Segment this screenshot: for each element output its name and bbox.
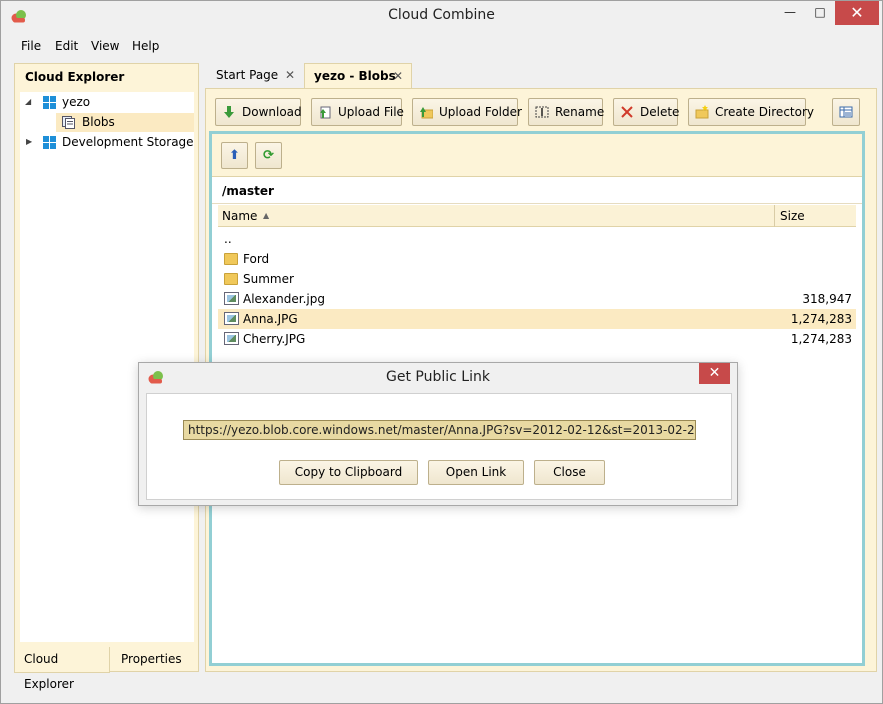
download-button[interactable]: Download	[215, 98, 302, 126]
up-directory-button[interactable]: ⬆	[221, 142, 248, 169]
create-directory-button[interactable]: Create Directory	[688, 98, 814, 126]
tree-item-yezo[interactable]: ◢ yezo	[20, 93, 194, 112]
tab-yezo-blobs[interactable]: yezo - Blobs ✕	[304, 63, 412, 89]
file-name: Summer	[243, 272, 294, 286]
view-toggle-button[interactable]	[832, 98, 860, 126]
dialog-body: https://yezo.blob.core.windows.net/maste…	[146, 393, 732, 500]
button-label: Create Directory	[715, 105, 814, 119]
cloud-explorer-title: Cloud Explorer	[25, 70, 125, 84]
explorer-bottom-tabs: Cloud Explorer Properties	[14, 647, 199, 691]
file-name: Anna.JPG	[243, 312, 298, 326]
open-link-button[interactable]: Open Link	[428, 460, 524, 485]
image-file-icon	[224, 292, 239, 305]
current-path: /master	[212, 178, 862, 204]
column-name-header[interactable]: Name	[222, 205, 257, 227]
copy-to-clipboard-button[interactable]: Copy to Clipboard	[279, 460, 418, 485]
tab-label: Start Page	[216, 68, 279, 82]
public-link-field[interactable]: https://yezo.blob.core.windows.net/maste…	[183, 420, 696, 440]
image-file-icon	[224, 312, 239, 325]
list-item[interactable]: Cherry.JPG 1,274,283	[218, 329, 856, 349]
folder-icon	[224, 253, 238, 265]
file-size: 1,274,283	[790, 332, 852, 346]
list-item[interactable]: Summer	[218, 269, 856, 289]
expand-arrow-icon[interactable]: ▶	[26, 137, 36, 147]
button-label: Download	[242, 105, 302, 119]
tree-item-development-storage[interactable]: ▶ Development Storage	[20, 133, 194, 152]
details-view-icon	[839, 106, 853, 118]
upload-file-icon	[320, 106, 331, 119]
close-button[interactable]: Close	[534, 460, 605, 485]
minimize-button[interactable]: —	[775, 1, 805, 25]
list-item-parent[interactable]: ..	[218, 229, 856, 249]
sort-ascending-icon: ▲	[263, 211, 270, 220]
blob-container-icon	[62, 116, 75, 129]
windows-icon	[43, 136, 56, 149]
tab-label: yezo - Blobs	[314, 69, 396, 83]
column-header: Name ▲ Size	[218, 205, 856, 227]
maximize-button[interactable]: □	[805, 1, 835, 25]
list-item[interactable]: Alexander.jpg 318,947	[218, 289, 856, 309]
close-window-button[interactable]: ✕	[835, 1, 879, 25]
delete-x-icon	[621, 106, 633, 118]
folder-icon	[224, 273, 238, 285]
menu-edit[interactable]: Edit	[55, 39, 78, 53]
tab-cloud-explorer[interactable]: Cloud Explorer	[14, 647, 110, 691]
new-folder-icon	[695, 105, 709, 119]
menu-help[interactable]: Help	[132, 39, 159, 53]
menu-bar: File Edit View Help	[1, 37, 882, 57]
tab-properties[interactable]: Properties	[112, 647, 191, 673]
refresh-button[interactable]: ⟳	[255, 142, 282, 169]
list-item-selected[interactable]: Anna.JPG 1,274,283	[218, 309, 856, 329]
menu-file[interactable]: File	[21, 39, 41, 53]
button-label: Upload File	[338, 105, 404, 119]
document-tabs: Start Page ✕ yezo - Blobs ✕	[207, 63, 877, 89]
download-arrow-icon	[224, 106, 234, 118]
tree-item-blobs[interactable]: Blobs	[56, 113, 194, 132]
collapse-arrow-icon[interactable]: ◢	[25, 97, 35, 107]
close-tab-icon[interactable]: ✕	[285, 63, 295, 87]
column-size-header[interactable]: Size	[780, 205, 805, 227]
button-label: Upload Folder	[439, 105, 522, 119]
button-label: Rename	[555, 105, 605, 119]
image-file-icon	[224, 332, 239, 345]
upload-file-button[interactable]: Upload File	[311, 98, 404, 126]
windows-icon	[43, 96, 56, 109]
navigation-bar: ⬆ ⟳	[212, 134, 862, 177]
dialog-title: Get Public Link	[386, 369, 490, 385]
file-name: Alexander.jpg	[243, 292, 325, 306]
upload-folder-button[interactable]: Upload Folder	[412, 98, 522, 126]
tree-label: Development Storage	[62, 135, 194, 149]
file-size: 318,947	[802, 292, 852, 306]
close-tab-icon[interactable]: ✕	[393, 64, 403, 88]
title-bar: Cloud Combine — □ ✕	[1, 1, 882, 32]
upload-folder-icon	[420, 107, 433, 119]
menu-view[interactable]: View	[91, 39, 119, 53]
rename-button[interactable]: Rename	[528, 98, 605, 126]
tab-start-page[interactable]: Start Page ✕	[207, 63, 303, 89]
tree-label: Blobs	[82, 115, 115, 129]
file-name: ..	[224, 232, 232, 246]
dialog-close-button[interactable]: ✕	[699, 363, 730, 384]
button-label: Delete	[640, 105, 680, 119]
tree-label: yezo	[62, 95, 91, 109]
get-public-link-dialog: Get Public Link ✕ https://yezo.blob.core…	[138, 362, 738, 506]
file-size: 1,274,283	[790, 312, 852, 326]
list-item[interactable]: Ford	[218, 249, 856, 269]
rename-icon	[535, 106, 549, 118]
column-divider[interactable]	[774, 205, 775, 227]
window-title: Cloud Combine	[388, 7, 495, 23]
file-name: Ford	[243, 252, 270, 266]
file-name: Cherry.JPG	[243, 332, 306, 346]
delete-button[interactable]: Delete	[613, 98, 680, 126]
app-window: Cloud Combine — □ ✕ File Edit View Help …	[0, 0, 883, 704]
